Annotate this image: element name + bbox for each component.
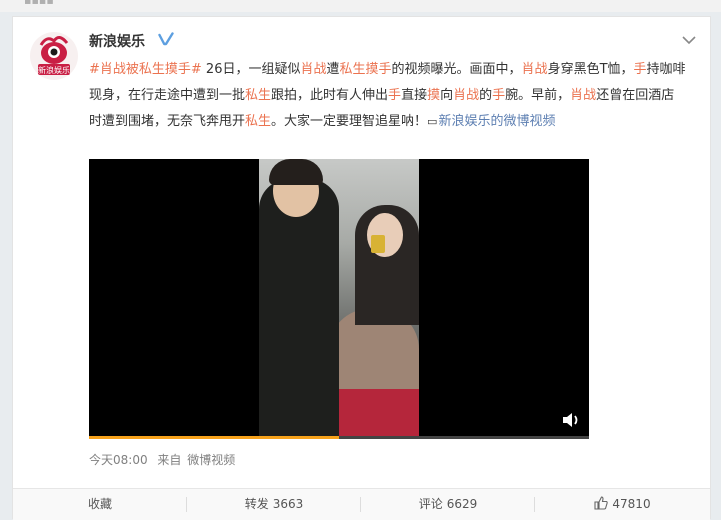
volume-icon[interactable] [561,411,581,429]
avatar-text: 新浪娱乐 [38,65,70,75]
post-text-segment: 肖战 [300,62,327,77]
like-count: 47810 [612,497,651,511]
like-button[interactable]: 47810 [535,489,710,520]
post-text-segment: 向 [440,88,454,103]
post-time[interactable]: 今天08:00 [89,453,148,467]
repost-button[interactable]: 转发 3663 [187,489,361,520]
favorite-button[interactable]: 收藏 [13,489,187,520]
post-text-segment: 26日，一组疑似 [201,62,301,77]
post-text-segment: 肖战 [521,62,548,77]
post-text-segment: 的视频曝光。画面中， [391,62,522,77]
post-text-segment: 手 [388,88,402,103]
favorite-label: 收藏 [87,497,112,511]
post-text-segment: 私生摸手 [339,62,392,77]
post-text-segment: 肖战 [570,88,597,103]
top-strip: ▪▪▪▪ [0,0,721,12]
post-text-segment: 肖战 [453,88,480,103]
repost-label: 转发 [244,497,269,511]
repost-count: 3663 [272,497,304,511]
post-text-segment: 跟拍，此时有人伸出 [271,88,389,103]
author-name[interactable]: 新浪娱乐 [89,31,145,51]
video-progress[interactable] [89,436,589,439]
thumbs-up-icon [594,496,609,510]
post-text-segment: 私生 [245,114,272,129]
post-source[interactable]: 微博视频 [187,453,235,467]
post-text-segment: 。大家一定要理智追星呐！ [271,114,428,129]
source-prefix: 来自 [157,453,182,467]
comment-button[interactable]: 评论 6629 [361,489,535,520]
comment-count: 6629 [446,497,478,511]
weibo-card: 新浪娱乐 新浪娱乐 #肖战被私生摸手# 26日，一组疑似肖战遭私生摸手的视频曝光… [12,16,711,520]
post-meta: 今天08:00 来自 微博视频 [89,451,241,468]
chevron-down-icon[interactable] [682,35,696,45]
post-text-segment: 身穿黑色T恤， [547,62,634,77]
video-player[interactable] [89,159,589,439]
video-frame [259,159,419,439]
post-text-segment: 直接 [401,88,428,103]
post-text-segment: 腕。早前， [505,88,571,103]
verified-icon [158,31,174,47]
post-text-segment: 摸 [427,88,441,103]
top-hint: ▪▪▪▪ [24,0,54,7]
post-text-segment: 手 [492,88,506,103]
post-text-segment: 遭 [326,62,340,77]
video-link-icon: ▭ [427,115,438,128]
comment-label: 评论 [418,497,443,511]
post-text-segment: 手 [633,62,647,77]
avatar[interactable]: 新浪娱乐 [29,31,79,81]
action-bar: 收藏 转发 3663 评论 6629 47810 [13,488,710,520]
post-text-segment: 私生 [245,88,272,103]
post-text-segment: 的 [479,88,493,103]
video-link[interactable]: 新浪娱乐的微博视频 [438,114,555,129]
hashtag-link[interactable]: #肖战被私生摸手# [89,62,202,77]
post-text: #肖战被私生摸手# 26日，一组疑似肖战遭私生摸手的视频曝光。画面中，肖战身穿黑… [89,57,687,135]
